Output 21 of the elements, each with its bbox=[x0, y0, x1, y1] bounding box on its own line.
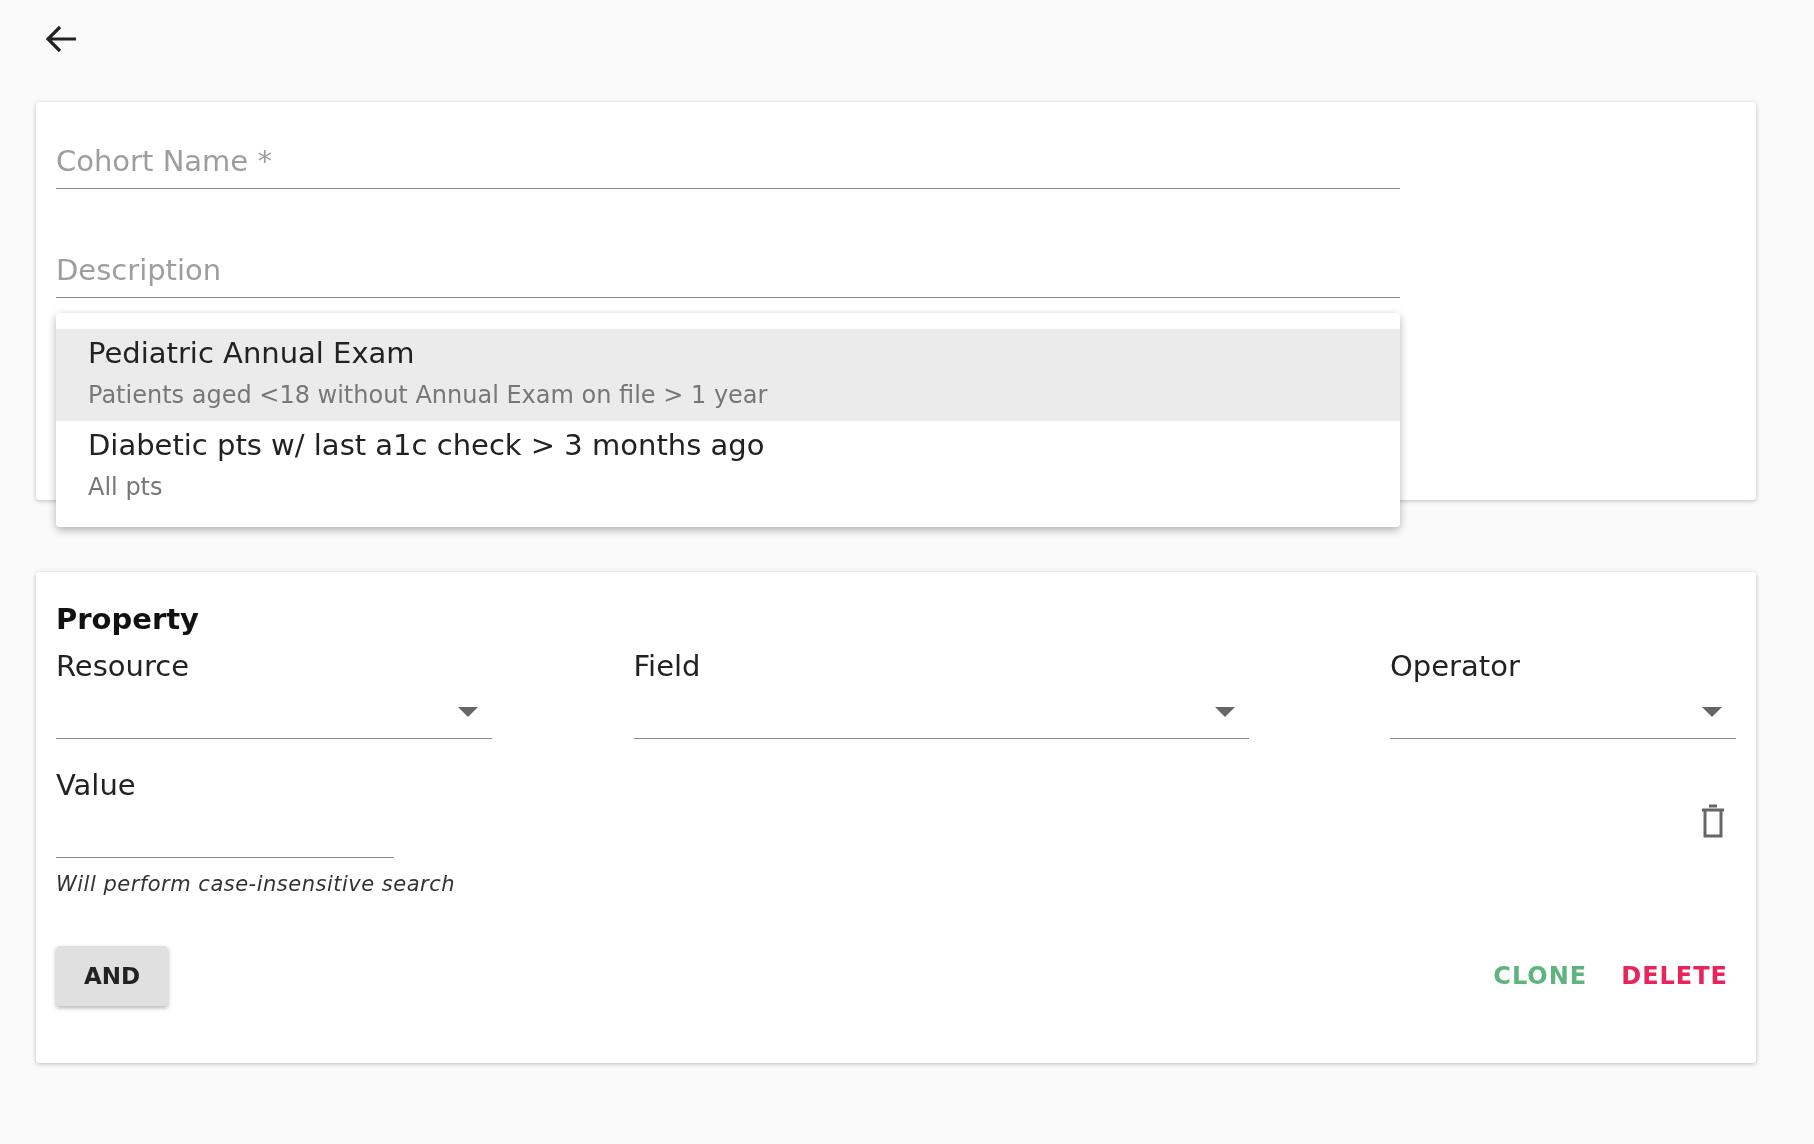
delete-icon[interactable] bbox=[1700, 803, 1726, 838]
suggestion-subtitle: Patients aged <18 without Annual Exam on file > 1 year bbox=[88, 380, 769, 411]
field-label: Field bbox=[633, 648, 702, 685]
field-label: Operator bbox=[1390, 648, 1521, 685]
section-heading: Property bbox=[56, 602, 200, 636]
suggestion-item[interactable]: Diabetic pts w/ last a1c check > 3 months ago All pts bbox=[56, 421, 1400, 513]
back-arrow-icon[interactable] bbox=[44, 24, 78, 54]
caret-icon bbox=[458, 707, 478, 717]
suggestion-item[interactable]: Pediatric Annual Exam Patients aged <18 without Annual Exam on file > 1 year bbox=[56, 329, 1400, 421]
text-field[interactable]: Cohort Name * bbox=[56, 132, 1400, 189]
suggestion-subtitle: All pts bbox=[88, 472, 164, 503]
and-button[interactable]: AND bbox=[56, 946, 169, 1006]
field-label: Resource bbox=[56, 648, 190, 685]
field-label: Value bbox=[56, 767, 137, 804]
text-button[interactable]: DELETE bbox=[1613, 954, 1736, 998]
text-field[interactable]: Description bbox=[56, 241, 1400, 298]
suggestion-title: Pediatric Annual Exam bbox=[88, 335, 416, 372]
caret-icon bbox=[1702, 707, 1722, 717]
suggestion-title: Diabetic pts w/ last a1c check > 3 months ago bbox=[88, 427, 766, 464]
helper-text: Will perform case-insensitive search bbox=[56, 872, 456, 896]
caret-icon bbox=[1214, 707, 1235, 717]
